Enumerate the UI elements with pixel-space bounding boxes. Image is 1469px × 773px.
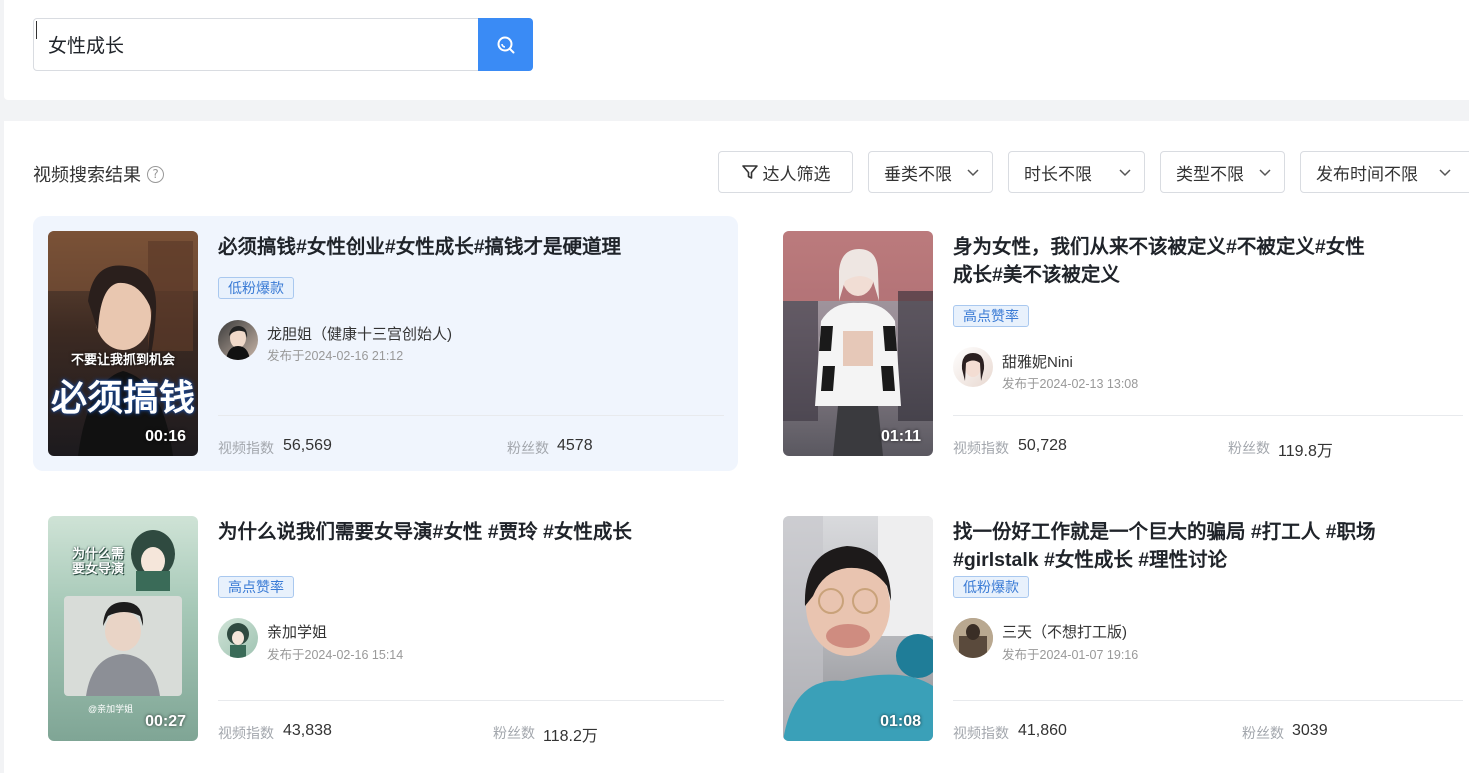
- chevron-down-icon: [1259, 169, 1271, 177]
- talent-filter-label: 达人筛选: [762, 164, 831, 184]
- video-title[interactable]: 必须搞钱#女性创业#女性成长#搞钱才是硬道理: [218, 233, 648, 261]
- video-thumbnail[interactable]: 01:08: [783, 516, 933, 741]
- fans-value: 4578: [557, 437, 593, 454]
- thumb-caption: 为什么需要女导演: [72, 546, 125, 576]
- author-name[interactable]: 龙胆姐（健康十三宫创始人): [267, 323, 452, 344]
- help-icon[interactable]: ?: [147, 165, 164, 183]
- results-panel: 视频搜索结果 ? 达人筛选 垂类不限 时长不限 类型不限 发布时间不限 不要让我…: [4, 121, 1469, 773]
- results-header: 视频搜索结果 ?: [33, 161, 164, 187]
- search-button[interactable]: [478, 18, 533, 71]
- thumb-caption: 不要让我抓到机会: [70, 352, 175, 367]
- video-index-value: 50,728: [1018, 437, 1067, 454]
- video-thumbnail[interactable]: 为什么需要女导演 @亲加学姐 00:27: [48, 516, 198, 741]
- tag-badge: 低粉爆款: [953, 576, 1029, 598]
- video-card[interactable]: 为什么需要女导演 @亲加学姐 00:27 为什么说我们需要女导演#女性 #贾玲 …: [33, 501, 738, 756]
- text-caret: [36, 21, 37, 39]
- duration-select[interactable]: 时长不限: [1008, 151, 1145, 193]
- video-index-label: 视频指数: [953, 440, 1009, 456]
- thumb-caption-large: 必须搞钱: [50, 377, 195, 419]
- video-thumbnail[interactable]: 不要让我抓到机会 必须搞钱 00:16: [48, 231, 198, 456]
- video-card[interactable]: 01:08 找一份好工作就是一个巨大的骗局 #打工人 #职场 #girlstal…: [768, 501, 1468, 756]
- avatar[interactable]: [953, 347, 993, 387]
- author-name[interactable]: 三天（不想打工版): [1002, 621, 1127, 642]
- fans-label: 粉丝数: [1228, 440, 1270, 456]
- fans-label: 粉丝数: [507, 440, 549, 456]
- video-title[interactable]: 找一份好工作就是一个巨大的骗局 #打工人 #职场 #girlstalk #女性成…: [953, 518, 1383, 574]
- vertical-select-value: 垂类不限: [884, 164, 952, 184]
- video-index-label: 视频指数: [218, 440, 274, 456]
- search-panel: [4, 0, 1469, 100]
- type-select[interactable]: 类型不限: [1160, 151, 1285, 193]
- chevron-down-icon: [967, 169, 979, 177]
- author-name[interactable]: 甜雅妮Nini: [1002, 351, 1073, 372]
- video-card[interactable]: 不要让我抓到机会 必须搞钱 00:16 必须搞钱#女性创业#女性成长#搞钱才是硬…: [33, 216, 738, 471]
- video-duration: 01:11: [880, 428, 921, 445]
- chevron-down-icon: [1439, 169, 1451, 177]
- thumb-watermark: @亲加学姐: [88, 704, 134, 714]
- avatar[interactable]: [218, 320, 258, 360]
- tag-badge: 低粉爆款: [218, 277, 294, 299]
- video-card[interactable]: 01:11 身为女性，我们从来不该被定义#不被定义#女性成长#美不该被定义 高点…: [768, 216, 1468, 471]
- divider: [218, 415, 724, 416]
- thumbnail-image: [783, 516, 933, 741]
- divider: [953, 700, 1463, 701]
- chevron-down-icon: [1119, 169, 1131, 177]
- video-index-value: 43,838: [283, 722, 332, 739]
- video-index-value: 56,569: [283, 437, 332, 454]
- video-index-value: 41,860: [1018, 722, 1067, 739]
- type-select-value: 类型不限: [1176, 164, 1244, 184]
- publish-time-select[interactable]: 发布时间不限: [1300, 151, 1469, 193]
- video-duration: 01:08: [880, 713, 921, 730]
- publish-date: 发布于2024-02-13 13:08: [1002, 377, 1139, 391]
- fans-value: 118.2万: [543, 728, 598, 745]
- video-index-label: 视频指数: [953, 725, 1009, 741]
- vertical-select[interactable]: 垂类不限: [868, 151, 993, 193]
- fans-label: 粉丝数: [1242, 725, 1284, 741]
- author-name[interactable]: 亲加学姐: [267, 621, 327, 642]
- thumbnail-image: [783, 231, 933, 456]
- thumbnail-image: [48, 231, 198, 456]
- publish-date: 发布于2024-02-16 21:12: [267, 349, 404, 363]
- filter-icon: [741, 165, 758, 179]
- duration-select-value: 时长不限: [1024, 164, 1092, 184]
- search-box[interactable]: [33, 18, 479, 71]
- results-title: 视频搜索结果: [33, 165, 141, 185]
- avatar[interactable]: [953, 618, 993, 658]
- publish-date: 发布于2024-02-16 15:14: [267, 648, 404, 662]
- search-icon: [497, 36, 514, 53]
- tag-badge: 高点赞率: [218, 576, 294, 598]
- video-thumbnail[interactable]: 01:11: [783, 231, 933, 456]
- fans-value: 119.8万: [1278, 443, 1333, 460]
- talent-filter-button[interactable]: 达人筛选: [718, 151, 853, 193]
- video-duration: 00:16: [145, 428, 186, 445]
- video-title[interactable]: 身为女性，我们从来不该被定义#不被定义#女性成长#美不该被定义: [953, 233, 1383, 289]
- avatar[interactable]: [218, 618, 258, 658]
- tag-badge: 高点赞率: [953, 305, 1029, 327]
- search-input[interactable]: [34, 19, 478, 70]
- fans-value: 3039: [1292, 722, 1328, 739]
- video-index-label: 视频指数: [218, 725, 274, 741]
- publish-time-select-value: 发布时间不限: [1316, 164, 1418, 184]
- video-duration: 00:27: [145, 713, 186, 730]
- divider: [953, 415, 1463, 416]
- divider: [218, 700, 724, 701]
- fans-label: 粉丝数: [493, 725, 535, 741]
- video-title[interactable]: 为什么说我们需要女导演#女性 #贾玲 #女性成长: [218, 518, 648, 546]
- publish-date: 发布于2024-01-07 19:16: [1002, 648, 1139, 662]
